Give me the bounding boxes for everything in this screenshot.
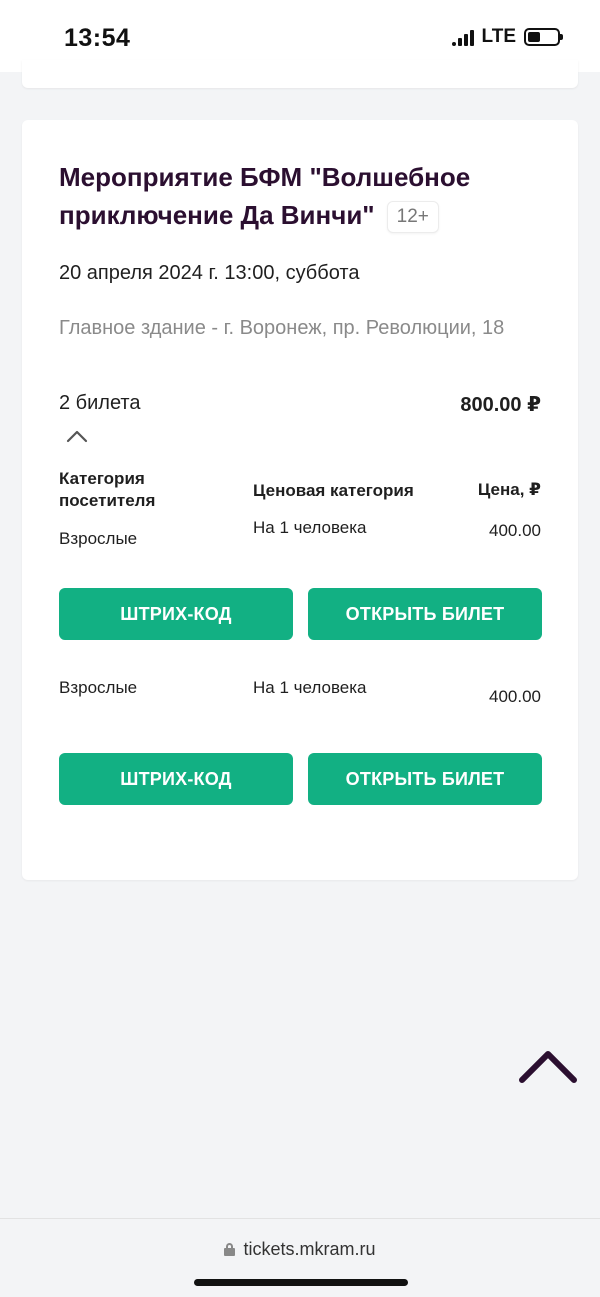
ticket-1-barcode-button[interactable]: ШТРИХ-КОД — [59, 588, 293, 640]
header-price-category: Ценовая категория — [253, 481, 414, 500]
ticket-1-price-category: На 1 человека — [253, 518, 367, 537]
tickets-count: 2 билета — [59, 392, 141, 414]
ticket-card: Мероприятие БФМ "Волшебное приключение Д… — [22, 120, 578, 880]
ticket-1-visitor: Взрослые — [59, 529, 138, 548]
ticket-2-price-category: На 1 человека — [253, 678, 367, 697]
address-bar[interactable]: tickets.mkram.ru — [0, 1239, 600, 1260]
status-indicators: LTE — [451, 26, 563, 48]
event-date: 20 апреля 2024 г. 13:00, суббота — [59, 262, 360, 284]
ticket-1-open-button[interactable]: ОТКРЫТЬ БИЛЕТ — [308, 588, 542, 640]
battery-icon — [524, 28, 563, 46]
header-price: Цена, ₽ — [477, 480, 541, 499]
ticket-2-price: 400.00 — [489, 687, 541, 706]
network-type: LTE — [481, 26, 516, 47]
header-visitor-category: Категория посетителя — [59, 469, 156, 510]
ticket-1-price: 400.00 — [489, 521, 541, 540]
home-indicator[interactable] — [194, 1279, 408, 1286]
previous-card — [22, 60, 578, 88]
scroll-to-top-icon[interactable] — [518, 1048, 578, 1088]
chevron-up-icon[interactable] — [66, 428, 88, 444]
signal-icon — [451, 28, 474, 46]
event-place: Главное здание - г. Воронеж, пр. Революц… — [59, 317, 505, 339]
url-text: tickets.mkram.ru — [243, 1239, 376, 1259]
ticket-2-open-button[interactable]: ОТКРЫТЬ БИЛЕТ — [308, 753, 542, 805]
age-badge: 12+ — [386, 201, 439, 234]
tickets-total: 800.00 ₽ — [460, 394, 541, 416]
browser-bar: tickets.mkram.ru — [0, 1218, 600, 1297]
event-title: Мероприятие БФМ "Волшебное приключение Д… — [59, 158, 529, 234]
lock-icon — [224, 1243, 236, 1256]
ticket-2-visitor: Взрослые — [59, 678, 138, 697]
status-time: 13:54 — [64, 24, 131, 52]
ticket-2-barcode-button[interactable]: ШТРИХ-КОД — [59, 753, 293, 805]
